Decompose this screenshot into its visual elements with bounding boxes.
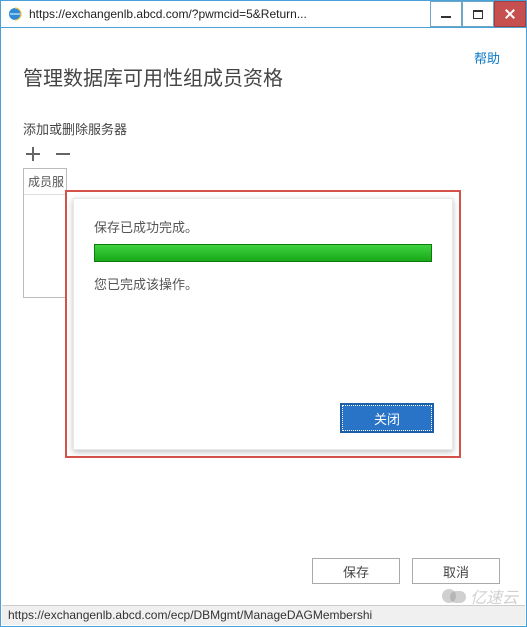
progress-bar — [94, 244, 432, 262]
dialog-close-button[interactable]: 关闭 — [342, 405, 432, 431]
servers-column-header: 成员服 — [24, 169, 66, 195]
maximize-button[interactable] — [462, 1, 494, 27]
remove-server-button[interactable] — [53, 144, 73, 164]
servers-listbox[interactable]: 成员服 — [23, 168, 67, 298]
address-bar-url: https://exchangenlb.abcd.com/?pwmcid=5&R… — [29, 7, 430, 21]
dialog-status-message: 保存已成功完成。 — [94, 217, 432, 236]
status-bar: https://exchangenlb.abcd.com/ecp/DBMgmt/… — [2, 605, 525, 625]
cancel-button[interactable]: 取消 — [412, 558, 500, 584]
add-server-button[interactable] — [23, 144, 43, 164]
footer-buttons: 保存 取消 — [312, 558, 500, 584]
minimize-button[interactable] — [430, 1, 462, 27]
watermark: 亿速云 — [442, 584, 518, 608]
watermark-text: 亿速云 — [470, 584, 518, 608]
help-link[interactable]: 帮助 — [474, 48, 500, 67]
ie-icon — [7, 6, 23, 22]
cloud-icon — [442, 589, 466, 603]
progress-dialog: 保存已成功完成。 您已完成该操作。 关闭 — [73, 198, 453, 450]
window-controls — [430, 1, 526, 27]
dialog-sub-message: 您已完成该操作。 — [94, 274, 432, 293]
dialog-highlight-frame: 保存已成功完成。 您已完成该操作。 关闭 — [65, 190, 461, 458]
servers-section-label: 添加或删除服务器 — [23, 119, 504, 138]
window-titlebar: https://exchangenlb.abcd.com/?pwmcid=5&R… — [0, 0, 527, 28]
plus-icon — [26, 147, 40, 161]
servers-toolbar — [23, 144, 504, 164]
page-body: 帮助 管理数据库可用性组成员资格 添加或删除服务器 成员服 保存已成功完成。 您… — [0, 28, 527, 627]
page-title: 管理数据库可用性组成员资格 — [23, 62, 504, 91]
window-close-button[interactable] — [494, 1, 526, 27]
save-button[interactable]: 保存 — [312, 558, 400, 584]
minus-icon — [56, 147, 70, 161]
